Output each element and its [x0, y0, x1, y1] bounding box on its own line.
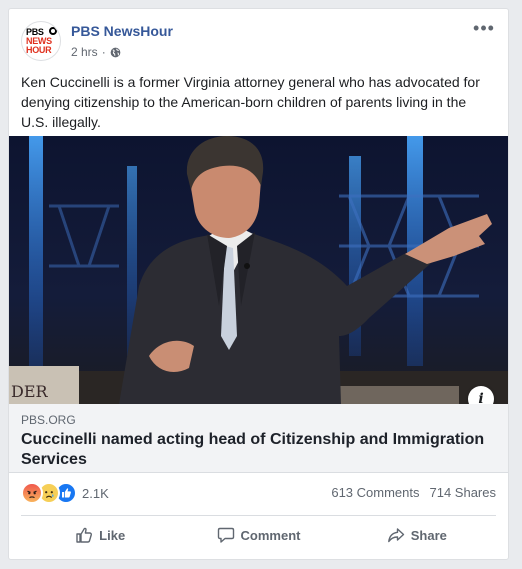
angry-reaction-icon	[21, 482, 43, 504]
thumbs-up-icon	[75, 526, 93, 544]
share-arrow-icon	[387, 526, 405, 544]
engagement-counts: 613 Comments 714 Shares	[331, 485, 496, 500]
more-options-button[interactable]: •••	[472, 19, 496, 39]
shares-count[interactable]: 714 Shares	[430, 485, 497, 500]
share-label: Share	[410, 527, 447, 543]
podium-text: DER	[11, 382, 49, 401]
page-avatar[interactable]: PBS NEWS HOUR	[21, 21, 61, 61]
post-text: Ken Cuccinelli is a former Virginia atto…	[21, 74, 480, 130]
post-card: PBS NEWS HOUR PBS NewsHour 2 hrs · ••• K…	[8, 8, 509, 560]
reaction-count[interactable]: 2.1K	[82, 486, 109, 501]
link-domain: PBS.ORG	[21, 413, 76, 427]
globe-icon[interactable]	[110, 47, 121, 58]
page-name-link[interactable]: PBS NewsHour	[71, 23, 173, 39]
comment-button[interactable]: Comment	[179, 517, 337, 553]
reaction-summary[interactable]: 2.1K	[21, 482, 109, 504]
avatar-text-hour: HOUR	[26, 45, 52, 55]
comment-bubble-icon	[217, 526, 235, 544]
like-button[interactable]: Like	[21, 517, 179, 553]
speaker-photo: DER	[9, 136, 508, 404]
comments-count[interactable]: 613 Comments	[331, 485, 419, 500]
link-headline[interactable]: Cuccinelli named acting head of Citizens…	[21, 430, 491, 470]
like-label: Like	[99, 527, 126, 543]
post-stats: 2.1K 613 Comments 714 Shares	[21, 482, 496, 504]
link-preview[interactable]: PBS.ORG Cuccinelli named acting head of …	[9, 404, 508, 473]
actions-divider	[21, 515, 496, 516]
post-header: PBS NEWS HOUR PBS NewsHour 2 hrs · •••	[21, 19, 496, 65]
link-preview-image[interactable]: DER	[9, 136, 508, 404]
pbs-logo-dot-icon	[49, 27, 57, 35]
post-timestamp[interactable]: 2 hrs	[71, 45, 98, 59]
post-actions: Like Comment Share	[21, 517, 496, 553]
share-button[interactable]: Share	[338, 517, 496, 553]
meta-separator: ·	[101, 45, 106, 59]
post-meta: 2 hrs ·	[71, 45, 121, 59]
comment-label: Comment	[240, 527, 301, 543]
